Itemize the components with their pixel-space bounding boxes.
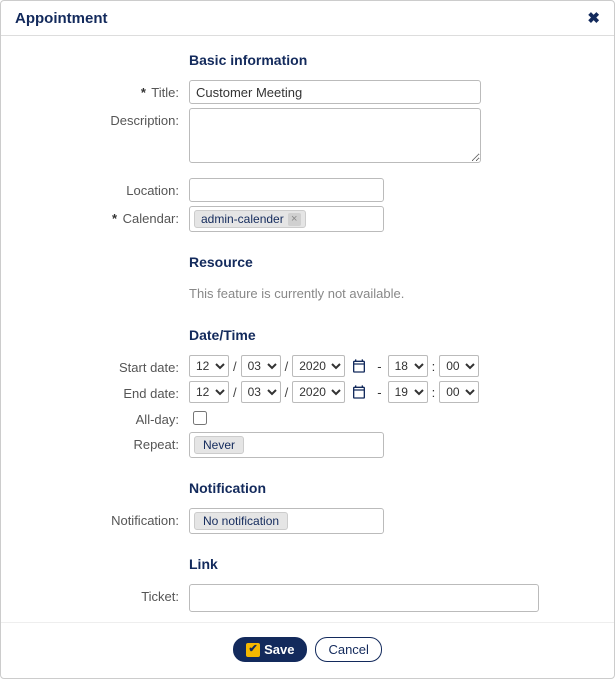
label-location: Location:	[126, 183, 179, 198]
start-year-select[interactable]: 2020	[292, 355, 345, 377]
section-basic-heading: Basic information	[189, 52, 584, 68]
label-description: Description:	[110, 113, 179, 128]
label-notification: Notification:	[111, 513, 179, 528]
description-textarea[interactable]	[189, 108, 481, 163]
repeat-value: Never	[194, 436, 244, 454]
location-input[interactable]	[189, 178, 384, 202]
dialog-header: Appointment ✖	[1, 1, 614, 36]
section-notification-heading: Notification	[189, 480, 584, 496]
end-day-select[interactable]: 03	[241, 381, 281, 403]
end-date-picker-icon[interactable]	[349, 382, 369, 402]
label-repeat: Repeat:	[133, 437, 179, 452]
start-date-picker-icon[interactable]	[349, 356, 369, 376]
dialog-title: Appointment	[15, 10, 107, 27]
save-button-label: Save	[264, 642, 294, 657]
remove-tag-icon[interactable]: ×	[288, 213, 301, 226]
start-hour-select[interactable]: 18	[388, 355, 428, 377]
all-day-checkbox[interactable]	[193, 411, 207, 425]
section-resource-heading: Resource	[189, 254, 584, 270]
start-minute-select[interactable]: 00	[439, 355, 479, 377]
close-icon[interactable]: ✖	[587, 9, 600, 27]
calendar-tag-label: admin-calender	[201, 212, 284, 226]
cancel-button[interactable]: Cancel	[315, 637, 381, 662]
label-ticket: Ticket:	[141, 589, 179, 604]
label-start-date: Start date:	[119, 360, 179, 375]
notification-value: No notification	[194, 512, 288, 530]
end-year-select[interactable]: 2020	[292, 381, 345, 403]
end-month-select[interactable]: 12	[189, 381, 229, 403]
dialog-footer: ✔ Save Cancel	[1, 622, 614, 678]
end-hour-select[interactable]: 19	[388, 381, 428, 403]
calendar-select[interactable]: admin-calender ×	[189, 206, 384, 232]
ticket-input[interactable]	[189, 584, 539, 612]
dialog-body: Basic information * Title: Description: …	[1, 36, 614, 622]
label-end-date: End date:	[123, 386, 179, 401]
section-datetime-heading: Date/Time	[189, 327, 584, 343]
start-month-select[interactable]: 12	[189, 355, 229, 377]
calendar-tag: admin-calender ×	[194, 210, 306, 228]
label-calendar: Calendar:	[123, 211, 179, 226]
label-all-day: All-day:	[136, 412, 179, 427]
label-title: Title:	[151, 85, 179, 100]
save-button[interactable]: ✔ Save	[233, 637, 307, 662]
notification-select[interactable]: No notification	[189, 508, 384, 534]
title-input[interactable]	[189, 80, 481, 104]
start-day-select[interactable]: 03	[241, 355, 281, 377]
repeat-select[interactable]: Never	[189, 432, 384, 458]
check-icon: ✔	[246, 643, 260, 657]
cancel-button-label: Cancel	[328, 642, 368, 657]
section-link-heading: Link	[189, 556, 584, 572]
appointment-dialog: Appointment ✖ Basic information * Title:…	[0, 0, 615, 679]
end-minute-select[interactable]: 00	[439, 381, 479, 403]
resource-unavailable-note: This feature is currently not available.	[189, 282, 584, 305]
